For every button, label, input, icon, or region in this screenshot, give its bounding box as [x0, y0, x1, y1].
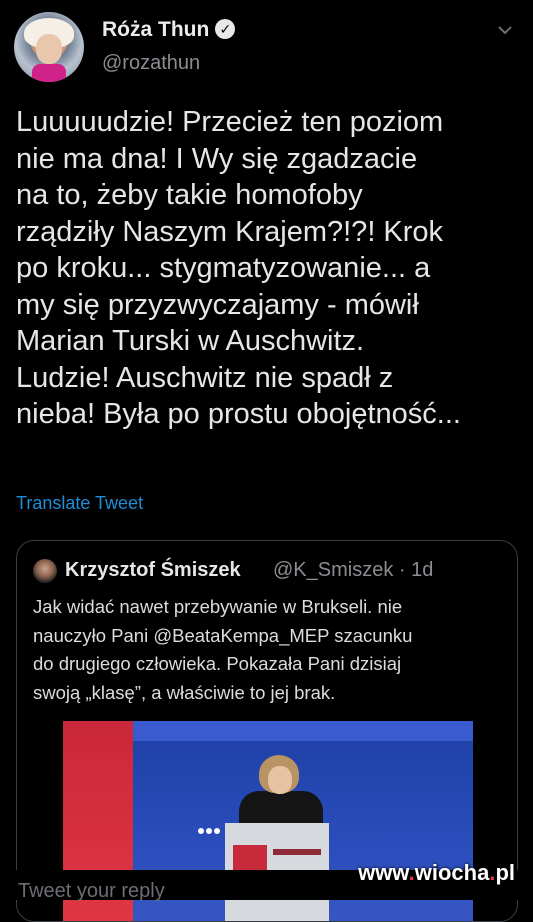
- tweet-text: Luuuuudzie! Przecież ten poziom nie ma d…: [16, 106, 461, 430]
- speaker-face: [268, 766, 292, 794]
- watermark-middle: wiocha: [414, 860, 490, 885]
- quoted-author-handle[interactable]: @K_Smiszek · 1d: [273, 559, 433, 582]
- author-name[interactable]: Róża Thun: [102, 18, 209, 41]
- party-logo-icon: [198, 828, 220, 834]
- author-name-row[interactable]: Róża Thun ✓: [102, 18, 236, 42]
- watermark-prefix: www: [358, 860, 409, 885]
- watermark-suffix: pl: [495, 860, 515, 885]
- author-handle[interactable]: @rozathun: [102, 52, 200, 75]
- verified-badge-icon: ✓: [215, 19, 236, 39]
- quoted-author-name[interactable]: Krzysztof Śmiszek: [65, 559, 241, 582]
- podium-text-mark: [273, 849, 321, 855]
- watermark: www.wiocha.pl: [358, 860, 515, 886]
- quoted-author-avatar[interactable]: [33, 559, 57, 583]
- translate-tweet-link[interactable]: Translate Tweet: [16, 493, 143, 514]
- tweet-header: Róża Thun ✓ @rozathun: [14, 12, 519, 84]
- quoted-tweet-text: Jak widać nawet przebywanie w Brukseli. …: [33, 596, 413, 703]
- chevron-down-icon[interactable]: [495, 20, 515, 40]
- stage-banner: [133, 721, 473, 741]
- author-avatar[interactable]: [14, 12, 84, 82]
